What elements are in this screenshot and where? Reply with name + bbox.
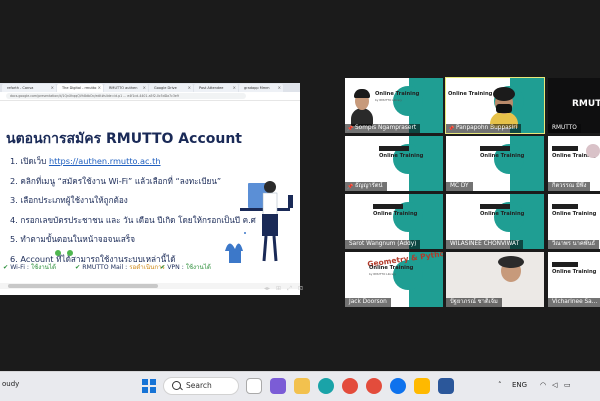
banner-title: Online Training: [552, 269, 597, 275]
banner-title: Online Training: [480, 211, 525, 217]
participant-name: Jack Doorson: [345, 298, 391, 307]
name-text: RMUTTO: [552, 125, 577, 131]
chrome-icon[interactable]: [366, 378, 382, 394]
search-label: Search: [186, 381, 212, 390]
language-indicator[interactable]: ENG: [512, 381, 527, 389]
screen-share-control-icon[interactable]: ⊞: [276, 285, 281, 292]
volume-icon[interactable]: ◁: [552, 381, 557, 389]
pin-icon: 📌: [347, 184, 354, 190]
start-button[interactable]: [142, 379, 156, 393]
banner-title: Online Training: [373, 211, 418, 217]
participant-name: WILASINEE CHONVIWAT: [446, 240, 524, 249]
participant-name: วีณาพร นาคพันธ์: [548, 240, 600, 249]
banner-strip: [379, 146, 409, 151]
windows-taskbar: oudy Search ˄ ENG ◠ ◁ ▭: [0, 371, 600, 401]
participant-name: MC DY: [446, 182, 473, 191]
zoom-top-area: [0, 0, 600, 80]
participant-name: RMUTTO: [548, 124, 581, 133]
video-tile[interactable]: Online Training MC DY: [446, 136, 544, 191]
participant-name: 📌 Panpapohn Buppasiri: [446, 124, 522, 133]
banner-strip: [480, 146, 510, 151]
horizontal-scrollbar[interactable]: [0, 283, 300, 289]
participant-name: 📌 Sompis Ngamprasert: [345, 124, 421, 133]
video-tile-active-speaker[interactable]: Online Training 📌 Panpapohn Buppasiri: [445, 77, 545, 134]
name-text: Sarot Wangnum (Addy): [349, 241, 417, 247]
video-tile[interactable]: RMUTTO RMUTTO: [548, 78, 600, 133]
pin-icon: 📌: [448, 126, 455, 132]
folder-icon[interactable]: [414, 378, 430, 394]
edge-icon[interactable]: [318, 378, 334, 394]
banner-title: Online Training: [448, 91, 493, 97]
video-tile[interactable]: Online Training 📌 ธัญญารัตน์: [345, 136, 443, 191]
video-tile[interactable]: Online Training วีณาพร นาคพันธ์: [548, 194, 600, 249]
background-shape: [494, 136, 544, 191]
screen-share-controls: ◂▸ ⊞ ⤢ ⊡: [264, 285, 326, 292]
background-shape: [393, 136, 443, 191]
participant-name: ปัฐยาภรณ์ ชาติเจ้ม: [446, 298, 502, 307]
name-text: กิตวรรณ มีพึ่ง: [552, 183, 587, 189]
name-text: วีณาพร นาคพันธ์: [552, 241, 596, 247]
video-tile[interactable]: Online Training by RMUTTO Library 📌 Sompi…: [345, 78, 443, 133]
name-text: WILASINEE CHONVIWAT: [450, 241, 520, 247]
name-text: ปัฐยาภรณ์ ชาติเจ้ม: [450, 299, 498, 305]
chat-icon[interactable]: [270, 378, 286, 394]
screen-share-control-icon[interactable]: ⤢: [287, 285, 292, 292]
banner-title: Online Training: [552, 211, 597, 217]
video-tile[interactable]: Online Training Vicharinee Sa...: [548, 252, 600, 307]
name-text: Panpapohn Buppasiri: [456, 125, 518, 131]
video-tile[interactable]: ปัฐยาภรณ์ ชาติเจ้ม: [446, 252, 544, 307]
weather-widget[interactable]: oudy: [2, 380, 19, 388]
tray-expand-icon[interactable]: ˄: [498, 381, 502, 389]
banner-subtitle: by RMUTTO Library: [375, 98, 402, 102]
person-at-desk-illustration: [225, 181, 293, 263]
participant-name: 📌 ธัญญารัตน์: [345, 182, 387, 191]
banner-title: Online Training: [369, 265, 414, 271]
name-text: Jack Doorson: [349, 299, 387, 305]
file-explorer-icon[interactable]: [294, 378, 310, 394]
participant-name: Vicharinee Sa...: [548, 298, 600, 307]
banner-strip: [480, 204, 510, 209]
banner-title: Online Training: [375, 91, 420, 97]
wifi-icon[interactable]: ◠: [540, 381, 546, 389]
participant-avatar: [586, 144, 600, 158]
name-text: MC DY: [450, 183, 469, 189]
rmutto-logo-text: RMUTTO: [572, 99, 600, 109]
banner-subtitle: by RMUTTO Library: [369, 272, 396, 276]
scroll-thumb[interactable]: [8, 284, 158, 288]
chrome-icon[interactable]: [342, 378, 358, 394]
zoom-icon[interactable]: [390, 378, 406, 394]
banner-strip: [373, 204, 403, 209]
search-icon: [172, 381, 181, 390]
banner-strip: [552, 204, 578, 209]
screen-share-control-icon[interactable]: ⊡: [298, 285, 303, 292]
video-tile[interactable]: Online Training WILASINEE CHONVIWAT: [446, 194, 544, 249]
video-tile[interactable]: Online Training กิตวรรณ มีพึ่ง: [548, 136, 600, 191]
video-tile[interactable]: Geometry & Python Online Training by RMU…: [345, 252, 443, 307]
video-tile[interactable]: Online Training Sarot Wangnum (Addy): [345, 194, 443, 249]
name-text: Vicharinee Sa...: [552, 299, 598, 305]
banner-strip: [552, 262, 578, 267]
shared-screen: reforth - Canva × The Digital - rmutto × R…: [0, 83, 300, 295]
banner-strip: [552, 146, 578, 151]
word-icon[interactable]: [438, 378, 454, 394]
battery-icon[interactable]: ▭: [564, 381, 571, 389]
banner-title: Online Training: [379, 153, 424, 159]
taskbar-search[interactable]: Search: [163, 377, 239, 395]
pin-icon: 📌: [347, 126, 354, 132]
participant-name: กิตวรรณ มีพึ่ง: [548, 182, 591, 191]
name-text: ธัญญารัตน์: [355, 183, 383, 189]
screen-share-control-icon[interactable]: ◂▸: [264, 285, 270, 292]
participant-name: Sarot Wangnum (Addy): [345, 240, 421, 249]
banner-title: Online Training: [480, 153, 525, 159]
participant-hair: [498, 256, 524, 268]
name-text: Sompis Ngamprasert: [355, 125, 417, 131]
task-view-icon[interactable]: [246, 378, 262, 394]
